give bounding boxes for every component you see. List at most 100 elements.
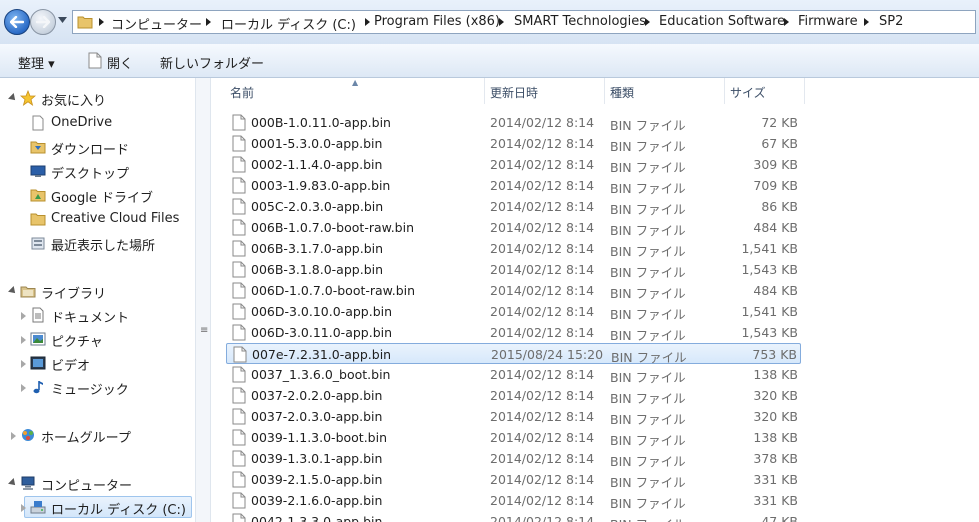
- organize-button[interactable]: 整理 ▾: [18, 53, 55, 72]
- file-name: 0039-2.1.6.0-app.bin: [251, 493, 383, 508]
- expand-arrow-icon[interactable]: [21, 360, 26, 368]
- file-list: ▲ 名前 更新日時 種類 サイズ 000B-1.0.11.0-app.bin 20…: [212, 78, 979, 522]
- nav-item-favorites[interactable]: お気に入り: [0, 87, 190, 109]
- breadcrumb-computer[interactable]: コンピューター: [111, 14, 202, 33]
- column-header-date[interactable]: 更新日時: [490, 84, 538, 101]
- expand-arrow-icon[interactable]: [21, 336, 26, 344]
- breadcrumb[interactable]: コンピューター ローカル ディスク (C:) Program Files (x8…: [72, 10, 976, 34]
- nav-item-computer[interactable]: コンピューター: [0, 472, 190, 494]
- nav-item-pictures[interactable]: ピクチャ: [0, 328, 190, 350]
- desktop-icon: [30, 165, 46, 177]
- file-icon: [232, 513, 246, 522]
- expand-arrow-icon[interactable]: [21, 384, 26, 392]
- file-date: 2015/08/24 15:20: [491, 347, 604, 362]
- breadcrumb-sp2[interactable]: SP2: [879, 14, 903, 29]
- file-row[interactable]: 006B-3.1.7.0-app.bin 2014/02/12 8:14 BIN フ…: [226, 238, 801, 259]
- expand-arrow-icon[interactable]: [11, 432, 16, 440]
- breadcrumb-local-disk[interactable]: ローカル ディスク (C:): [221, 14, 356, 33]
- nav-item-google-drive[interactable]: Google ドライブ: [0, 184, 190, 206]
- breadcrumb-separator-icon[interactable]: [645, 18, 650, 26]
- new-folder-button[interactable]: 新しいフォルダー: [160, 53, 264, 72]
- nav-item-documents[interactable]: ドキュメント: [0, 304, 190, 326]
- column-header-name[interactable]: 名前: [230, 84, 254, 101]
- file-row[interactable]: 0039-1.3.0.1-app.bin 2014/02/12 8:14 BIN フ…: [226, 448, 801, 469]
- sort-ascending-icon: ▲: [352, 78, 359, 87]
- file-size: 1,543 KB: [741, 325, 798, 340]
- breadcrumb-education-software[interactable]: Education Software: [659, 14, 785, 29]
- file-row[interactable]: 0037-2.0.3.0-app.bin 2014/02/12 8:14 BIN フ…: [226, 406, 801, 427]
- nav-item-videos[interactable]: ビデオ: [0, 352, 190, 374]
- file-row[interactable]: 0039-2.1.6.0-app.bin 2014/02/12 8:14 BIN フ…: [226, 490, 801, 511]
- file-row[interactable]: 006D-1.0.7.0-boot-raw.bin 2014/02/12 8:14…: [226, 280, 801, 301]
- file-row[interactable]: 005C-2.0.3.0-app.bin 2014/02/12 8:14 BIN フ…: [226, 196, 801, 217]
- breadcrumb-separator-icon[interactable]: [206, 18, 211, 26]
- breadcrumb-separator-icon[interactable]: [864, 18, 869, 26]
- breadcrumb-separator-icon[interactable]: [784, 18, 789, 26]
- file-icon: [232, 450, 246, 467]
- file-row[interactable]: 0042-1.3.3.0-app.bin 2014/02/12 8:14 BIN フ…: [226, 511, 801, 522]
- nav-item-onedrive[interactable]: OneDrive: [0, 112, 190, 134]
- breadcrumb-separator-icon[interactable]: [99, 18, 104, 26]
- expand-arrow-icon[interactable]: [21, 504, 26, 512]
- nav-item-local-disk[interactable]: ローカル ディスク (C:): [0, 496, 190, 518]
- nav-item-downloads[interactable]: ダウンロード: [0, 136, 190, 158]
- breadcrumb-separator-icon[interactable]: [499, 18, 504, 26]
- file-icon: [232, 177, 246, 194]
- file-row[interactable]: 007e-7.2.31.0-app.bin 2015/08/24 15:20 BIN…: [226, 343, 801, 365]
- column-divider[interactable]: [724, 78, 725, 104]
- expand-arrow-icon[interactable]: [8, 478, 18, 488]
- nav-item-music[interactable]: ミュージック: [0, 376, 190, 398]
- file-row[interactable]: 0037_1.3.6.0_boot.bin 2014/02/12 8:14 BIN …: [226, 364, 801, 385]
- file-size: 331 KB: [753, 472, 798, 487]
- file-size: 378 KB: [753, 451, 798, 466]
- column-header-type[interactable]: 種類: [610, 84, 634, 101]
- file-icon: [232, 387, 246, 404]
- folder-icon: [77, 16, 93, 29]
- file-size: 1,543 KB: [741, 262, 798, 277]
- file-row[interactable]: 0037-2.0.2.0-app.bin 2014/02/12 8:14 BIN フ…: [226, 385, 801, 406]
- file-date: 2014/02/12 8:14: [490, 388, 595, 403]
- file-row[interactable]: 0001-5.3.0.0-app.bin 2014/02/12 8:14 BIN フ…: [226, 133, 801, 154]
- open-button[interactable]: 開く: [107, 53, 133, 72]
- nav-item-creative-cloud[interactable]: Creative Cloud Files: [0, 208, 190, 230]
- file-row[interactable]: 0002-1.1.4.0-app.bin 2014/02/12 8:14 BIN フ…: [226, 154, 801, 175]
- nav-item-homegroup[interactable]: ホームグループ: [0, 424, 190, 446]
- forward-button[interactable]: [30, 9, 56, 35]
- file-name: 006D-3.0.10.0-app.bin: [251, 304, 393, 319]
- nav-item-desktop[interactable]: デスクトップ: [0, 160, 190, 182]
- column-header-size[interactable]: サイズ: [730, 84, 766, 101]
- expand-arrow-icon[interactable]: [21, 312, 26, 320]
- file-type: BIN ファイル: [610, 514, 686, 522]
- column-divider[interactable]: [804, 78, 805, 104]
- file-row[interactable]: 0039-1.1.3.0-boot.bin 2014/02/12 8:14 BIN …: [226, 427, 801, 448]
- nav-item-libraries[interactable]: ライブラリ: [0, 280, 190, 302]
- expand-arrow-icon[interactable]: [8, 286, 18, 296]
- file-row[interactable]: 0003-1.9.83.0-app.bin 2014/02/12 8:14 BIN …: [226, 175, 801, 196]
- file-size: 1,541 KB: [741, 241, 798, 256]
- file-name: 0002-1.1.4.0-app.bin: [251, 157, 383, 172]
- pane-splitter[interactable]: ≡: [195, 78, 211, 522]
- recent-pages-dropdown-icon[interactable]: [58, 17, 67, 23]
- file-row[interactable]: 0039-2.1.5.0-app.bin 2014/02/12 8:14 BIN フ…: [226, 469, 801, 490]
- file-name: 0039-1.3.0.1-app.bin: [251, 451, 383, 466]
- column-divider[interactable]: [604, 78, 605, 104]
- file-row[interactable]: 000B-1.0.11.0-app.bin 2014/02/12 8:14 BIN …: [226, 112, 801, 133]
- nav-item-recent-places[interactable]: 最近表示した場所: [0, 232, 190, 254]
- splitter-grip-icon[interactable]: ≡: [200, 325, 208, 336]
- file-row[interactable]: 006B-3.1.8.0-app.bin 2014/02/12 8:14 BIN フ…: [226, 259, 801, 280]
- breadcrumb-smart-technologies[interactable]: SMART Technologies: [514, 14, 646, 29]
- file-name: 0037_1.3.6.0_boot.bin: [251, 367, 391, 382]
- breadcrumb-separator-icon[interactable]: [365, 18, 370, 26]
- file-icon: [232, 156, 246, 173]
- star-icon: [20, 90, 36, 106]
- file-name: 006B-3.1.8.0-app.bin: [251, 262, 384, 277]
- file-row[interactable]: 006D-3.0.11.0-app.bin 2014/02/12 8:14 BIN …: [226, 322, 801, 343]
- expand-arrow-icon[interactable]: [8, 93, 18, 103]
- file-date: 2014/02/12 8:14: [490, 304, 595, 319]
- breadcrumb-program-files[interactable]: Program Files (x86): [374, 14, 500, 29]
- column-divider[interactable]: [484, 78, 485, 104]
- file-row[interactable]: 006D-3.0.10.0-app.bin 2014/02/12 8:14 BIN …: [226, 301, 801, 322]
- back-button[interactable]: [4, 9, 30, 35]
- breadcrumb-firmware[interactable]: Firmware: [798, 14, 858, 29]
- file-row[interactable]: 006B-1.0.7.0-boot-raw.bin 2014/02/12 8:14…: [226, 217, 801, 238]
